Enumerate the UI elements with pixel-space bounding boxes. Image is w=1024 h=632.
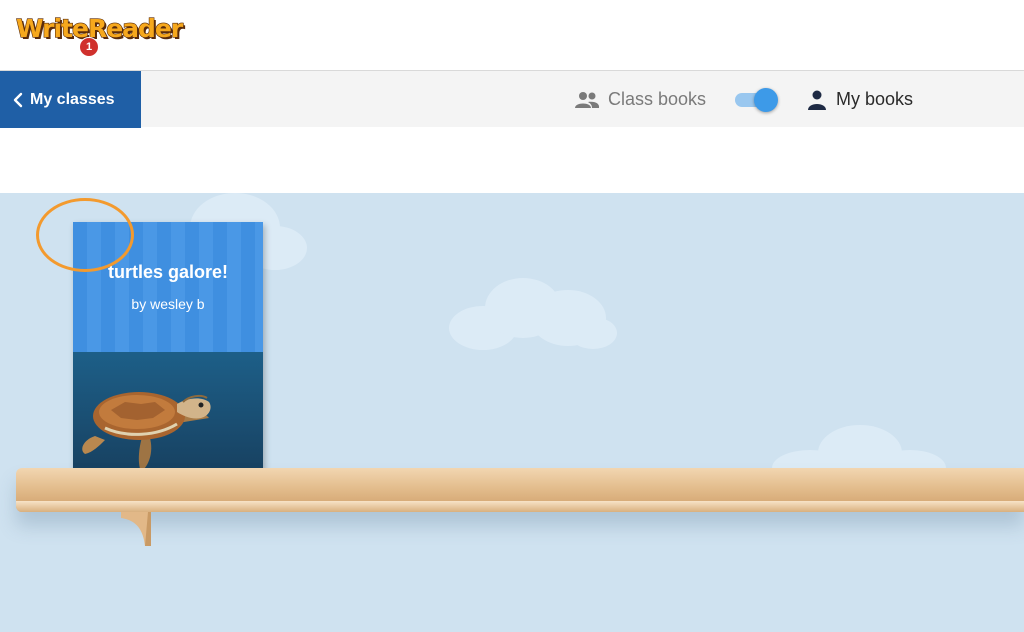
book-cover[interactable]: turtles galore! by wesley b [73, 222, 263, 479]
shelf-bracket [121, 512, 151, 546]
book-cover-image [73, 352, 263, 479]
class-books-label: Class books [608, 89, 707, 109]
toggle-knob [754, 88, 778, 112]
book-author: by wesley b [131, 296, 205, 312]
my-classes-back-button[interactable]: My classes [0, 71, 141, 128]
cloud-decoration [449, 278, 617, 350]
writereader-logo[interactable]: WriteReader [15, 13, 183, 43]
bookshelf-area: turtles galore! by wesley b [0, 193, 1024, 632]
my-books-tab[interactable]: My books [806, 71, 913, 128]
group-icon [575, 91, 600, 108]
sea-turtle-image [82, 392, 211, 472]
chevron-left-icon [13, 92, 23, 107]
books-view-toggle[interactable] [735, 88, 779, 112]
class-books-tab[interactable]: Class books [574, 71, 706, 128]
person-icon [808, 90, 826, 110]
app-header: WriteReader [0, 0, 1024, 70]
back-button-label: My classes [30, 90, 115, 108]
my-books-label: My books [836, 89, 914, 109]
shelf-front-edge [16, 501, 1024, 512]
toolbar: My classes Class books My books [0, 70, 1024, 128]
book-title: turtles galore! [107, 262, 229, 282]
notification-badge[interactable]: 1 [79, 37, 99, 57]
book-cover-top: turtles galore! by wesley b [73, 222, 263, 352]
